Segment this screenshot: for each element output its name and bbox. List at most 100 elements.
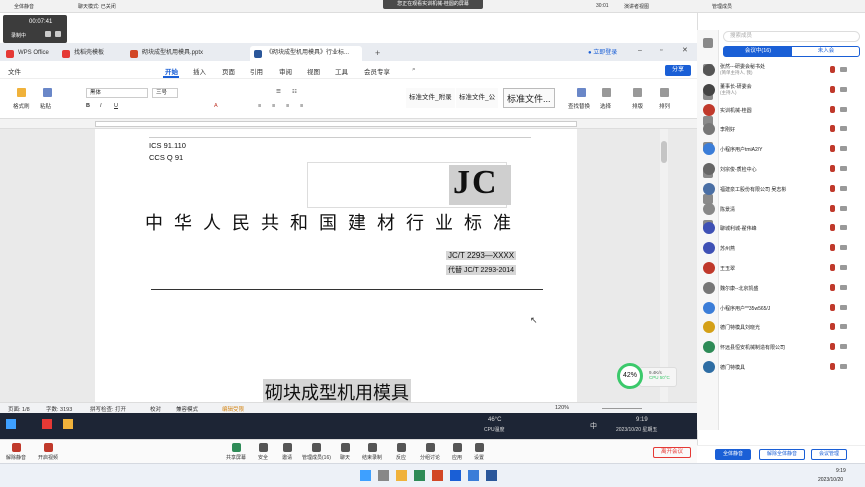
menu-view[interactable]: 视图 <box>307 66 320 76</box>
share-button[interactable]: 分享 <box>665 65 691 76</box>
recording-widget[interactable]: 00:07:41 录制中 <box>3 15 67 43</box>
app-icon[interactable] <box>414 470 425 481</box>
italic-button[interactable]: I <box>100 103 102 109</box>
zoom-level[interactable]: 120% <box>555 405 569 411</box>
ime-indicator[interactable]: 中 <box>590 421 597 431</box>
member-row[interactable]: 苏州燕 <box>700 239 862 257</box>
start-icon[interactable] <box>6 419 16 429</box>
menu-file[interactable]: 文件 <box>8 66 21 76</box>
meeting-app-icon[interactable] <box>450 470 461 481</box>
start-video-button[interactable]: 开启视频 <box>38 443 58 461</box>
camera-icon[interactable] <box>840 245 847 251</box>
tab-in-meeting[interactable]: 会议中(16) <box>724 47 792 56</box>
tab-wps-office[interactable]: WPS Office <box>2 46 54 61</box>
chat-button[interactable]: 聊天 <box>340 443 350 461</box>
align-left-icon[interactable]: ≡ <box>258 103 261 109</box>
folder-icon[interactable] <box>63 419 73 429</box>
view-mode-button[interactable]: 演讲者视图 <box>624 3 649 10</box>
document-page[interactable]: ICS 91.110 CCS Q 91 JC 中华人民共和国建材行业标准 JC/… <box>95 129 577 405</box>
mic-muted-icon[interactable] <box>830 66 835 73</box>
system-monitor[interactable]: 9.4K/s CPU 50°C 42% <box>617 363 677 389</box>
camera-icon[interactable] <box>840 185 847 191</box>
menu-member[interactable]: 会员专享 <box>364 66 390 76</box>
list-icon[interactable]: ☰ <box>276 89 281 95</box>
unmute-button[interactable]: 解除静音 <box>6 443 26 461</box>
mic-muted-icon[interactable] <box>830 184 835 192</box>
paste-label[interactable]: 粘贴 <box>40 102 51 110</box>
align-center-icon[interactable]: ≡ <box>272 103 275 109</box>
member-row[interactable]: 德门特模具 <box>700 358 862 376</box>
invite-button[interactable]: 邀请 <box>282 443 292 461</box>
style-appendix[interactable]: 标准文件_附录 <box>406 88 455 108</box>
camera-icon[interactable] <box>840 284 847 290</box>
mic-muted-icon[interactable] <box>830 125 835 133</box>
find-icon[interactable] <box>577 88 586 97</box>
mic-muted-icon[interactable] <box>830 165 835 172</box>
member-row[interactable]: 董事长-研委会 (主持人) <box>700 81 862 99</box>
camera-icon[interactable] <box>840 166 847 171</box>
paste-icon[interactable] <box>43 88 52 97</box>
mic-muted-icon[interactable] <box>830 244 835 252</box>
numbered-list-icon[interactable]: ☷ <box>292 89 297 95</box>
member-row[interactable]: 福建泉工股份有限公司 吴志彬 <box>700 180 862 198</box>
camera-icon[interactable] <box>840 205 847 211</box>
select-label[interactable]: 选择 <box>600 102 611 110</box>
app2-icon[interactable] <box>432 470 443 481</box>
style-standard[interactable]: 标准文件... <box>503 88 555 108</box>
camera-icon[interactable] <box>840 304 847 310</box>
share-screen-button[interactable]: 共享屏幕 <box>226 443 246 461</box>
camera-icon[interactable] <box>840 324 847 330</box>
select-icon[interactable] <box>602 88 611 97</box>
menu-review[interactable]: 审阅 <box>279 66 292 76</box>
mic-muted-icon[interactable] <box>830 204 835 212</box>
menu-reference[interactable]: 引用 <box>250 66 263 76</box>
ruler[interactable] <box>0 119 697 129</box>
tab-not-joined[interactable]: 未入会 <box>792 47 860 56</box>
tab-doc[interactable]: 《砌块成型机用模具》行业标... <box>250 46 362 61</box>
manage-members-toolbar-button[interactable]: 管理成员(16) <box>302 443 331 461</box>
member-row[interactable]: 德门特模具刘晓光 <box>700 318 862 336</box>
style-public[interactable]: 标准文件_公 <box>456 88 499 108</box>
windows-start-icon[interactable] <box>360 470 371 481</box>
manage-members-button[interactable]: 管理成员 <box>712 3 732 10</box>
find-replace-label[interactable]: 查找替换 <box>568 102 590 110</box>
close-icon[interactable]: ✕ <box>682 46 688 54</box>
camera-icon[interactable] <box>840 265 847 270</box>
arrange-icon[interactable] <box>660 88 669 97</box>
mic-muted-icon[interactable] <box>830 343 835 351</box>
meeting-manage-button[interactable]: 会议管理 <box>811 449 847 460</box>
stop-recording-button[interactable]: 结束录制 <box>362 443 382 461</box>
mic-muted-icon[interactable] <box>830 105 835 113</box>
minimize-icon[interactable]: – <box>638 47 642 54</box>
member-row[interactable]: 张然---研委会秘书处 (简单主持人, 我) <box>700 61 862 79</box>
camera-icon[interactable] <box>840 126 847 132</box>
unmute-all-button[interactable]: 解除全体静音 <box>759 449 805 460</box>
format-painter-icon[interactable] <box>17 88 26 97</box>
reactions-button[interactable]: 反应 <box>396 443 406 461</box>
member-row[interactable]: 陈景清 <box>700 200 862 218</box>
mic-muted-icon[interactable] <box>830 224 835 232</box>
wps-taskbar-icon[interactable] <box>42 419 52 429</box>
mic-muted-icon[interactable] <box>830 145 835 153</box>
tab-pptx[interactable]: 砌块成型机用模具.pptx <box>126 46 246 61</box>
member-row[interactable]: 实训机械-桂圆 <box>700 101 862 119</box>
font-color-button[interactable]: A <box>214 103 218 109</box>
pause-icon[interactable] <box>45 31 51 37</box>
camera-icon[interactable] <box>840 146 847 152</box>
edit-restricted[interactable]: 编辑受限 <box>222 405 244 413</box>
leave-meeting-button[interactable]: 离开会议 <box>653 447 691 458</box>
new-tab-icon[interactable]: + <box>375 48 380 58</box>
layout-icon[interactable] <box>633 88 642 97</box>
camera-icon[interactable] <box>840 344 847 350</box>
member-row[interactable]: 魏尔康--北京凯盛 <box>700 279 862 297</box>
member-row[interactable]: 李刚好 <box>700 120 862 138</box>
explorer-icon[interactable] <box>396 470 407 481</box>
align-right-icon[interactable]: ≡ <box>286 103 289 109</box>
security-button[interactable]: 安全 <box>258 443 268 461</box>
mic-muted-icon[interactable] <box>830 363 835 370</box>
mic-muted-icon[interactable] <box>830 264 835 271</box>
apps-button[interactable]: 应用 <box>452 443 462 461</box>
mic-muted-icon[interactable] <box>830 283 835 291</box>
menu-insert[interactable]: 插入 <box>193 66 206 76</box>
justify-icon[interactable]: ≡ <box>300 103 303 109</box>
